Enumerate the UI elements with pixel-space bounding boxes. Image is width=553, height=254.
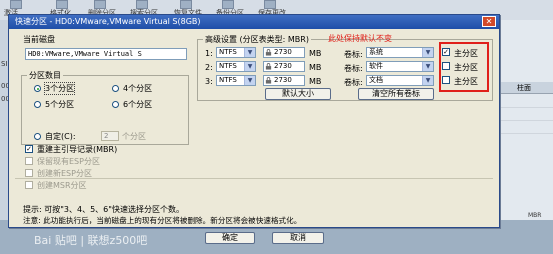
partition-row-index: 1: — [205, 49, 213, 58]
radio-label: 6个分区 — [123, 100, 153, 109]
radio-label: 5个分区 — [45, 100, 75, 109]
save-icon — [264, 0, 276, 9]
dialog-title: 快速分区 - HD0:VMware,VMware Virtual S(8GB) — [15, 17, 201, 26]
custom-count-suffix: 个分区 — [122, 132, 146, 141]
radio-button[interactable] — [112, 85, 119, 92]
volume-label-value: 软件 — [369, 62, 383, 70]
warning-text: 注意: 此功能执行后，当前磁盘上的现有分区将被删除。新分区将会被快速格式化。 — [23, 216, 302, 225]
chevron-down-icon: ▼ — [244, 76, 255, 85]
lock-icon — [265, 77, 272, 84]
lock-icon — [265, 49, 272, 56]
radio-label: 3个分区 — [43, 82, 76, 95]
cylinder-column-header: 柱面 — [501, 82, 553, 94]
current-disk-label: 当前磁盘 — [23, 35, 55, 44]
quick-partition-dialog: 快速分区 - HD0:VMware,VMware Virtual S(8GB) … — [8, 14, 500, 244]
keep-esp-checkbox — [25, 157, 33, 165]
radio-button[interactable] — [34, 133, 41, 140]
radio-button[interactable] — [34, 85, 41, 92]
custom-count-value: 2 — [104, 132, 109, 140]
chevron-down-icon: ▼ — [244, 62, 255, 71]
chevron-down-icon: ▼ — [422, 62, 433, 71]
chevron-down-icon: ▼ — [422, 76, 433, 85]
create-msr-checkbox — [25, 181, 33, 189]
annotation-highlight-box — [439, 42, 489, 92]
volume-label-value: 文档 — [369, 76, 383, 84]
filesystem-select[interactable]: NTFS ▼ — [216, 61, 256, 72]
activate-icon — [10, 0, 22, 9]
radio-button[interactable] — [112, 101, 119, 108]
delete-icon — [94, 0, 106, 9]
backup-icon — [222, 0, 234, 9]
volume-label-select[interactable]: 系统 ▼ — [366, 47, 434, 58]
partition-size-value: 2730 — [274, 62, 292, 70]
volume-label-title: 卷标: — [344, 50, 363, 59]
partition-row-index: 3: — [205, 77, 213, 86]
create-msr-label: 创建MSR分区 — [37, 181, 87, 190]
current-disk-field: HD0:VMware,VMware Virtual S — [25, 48, 187, 60]
background-partition-table: 柱面 — [500, 20, 553, 220]
volume-label-value: 系统 — [369, 48, 383, 56]
close-button[interactable]: ✕ — [482, 16, 496, 27]
filesystem-value: NTFS — [219, 48, 237, 56]
search-icon — [136, 0, 148, 9]
volume-label-select[interactable]: 软件 ▼ — [366, 61, 434, 72]
clear-labels-button[interactable]: 清空所有卷标 — [358, 88, 434, 100]
table-row[interactable] — [501, 121, 553, 134]
partition-count-legend: 分区数目 — [27, 70, 63, 81]
create-esp-checkbox — [25, 169, 33, 177]
partition-row-index: 2: — [205, 63, 213, 72]
table-row[interactable] — [501, 108, 553, 121]
cancel-button[interactable]: 取消 — [272, 232, 324, 244]
keep-esp-label: 保留现有ESP分区 — [37, 157, 100, 166]
partition-size-input[interactable]: 2730 — [263, 47, 305, 58]
dialog-titlebar[interactable]: 快速分区 - HD0:VMware,VMware Virtual S(8GB) … — [9, 15, 499, 29]
filesystem-select[interactable]: NTFS ▼ — [216, 47, 256, 58]
rebuild-mbr-label: 重建主引导记录(MBR) — [37, 145, 118, 154]
custom-count-spinner[interactable]: 2 — [101, 131, 119, 141]
filesystem-value: NTFS — [219, 62, 237, 70]
partition-size-input[interactable]: 2730 — [263, 61, 305, 72]
size-unit: MB — [309, 63, 322, 72]
recover-icon — [180, 0, 192, 9]
volume-label-title: 卷标: — [344, 78, 363, 87]
chevron-down-icon: ▼ — [422, 48, 433, 57]
volume-label-title: 卷标: — [344, 64, 363, 73]
radio-label: 自定(C): — [45, 132, 76, 141]
rebuild-mbr-checkbox[interactable]: ✓ — [25, 145, 33, 153]
watermark-text: Bai 贴吧 | 联想z500吧 — [34, 234, 148, 247]
partition-size-value: 2730 — [274, 76, 292, 84]
table-row[interactable] — [501, 95, 553, 108]
divider — [15, 178, 493, 179]
volume-label-select[interactable]: 文档 ▼ — [366, 75, 434, 86]
radio-label: 4个分区 — [123, 84, 153, 93]
background-left-label: SI — [1, 60, 8, 68]
annotation-note: 此处保持默认不变 — [328, 34, 392, 43]
mbr-label: MBR — [528, 212, 542, 219]
filesystem-select[interactable]: NTFS ▼ — [216, 75, 256, 86]
chevron-down-icon: ▼ — [244, 48, 255, 57]
size-unit: MB — [309, 77, 322, 86]
advanced-settings-legend: 高级设置 (分区表类型: MBR) — [203, 34, 311, 45]
filesystem-value: NTFS — [219, 76, 237, 84]
size-unit: MB — [309, 49, 322, 58]
watermark: Bai 贴吧 | 联想z500吧 — [34, 232, 147, 248]
default-size-button[interactable]: 默认大小 — [265, 88, 331, 100]
radio-button[interactable] — [34, 101, 41, 108]
lock-icon — [265, 63, 272, 70]
partition-size-value: 2730 — [274, 48, 292, 56]
hint-text: 提示: 可按"3、4、5、6"快速选择分区个数。 — [23, 205, 184, 214]
close-icon: ✕ — [485, 17, 493, 26]
format-icon — [56, 0, 68, 9]
ok-button[interactable]: 确定 — [205, 232, 255, 244]
partition-size-input[interactable]: 2730 — [263, 75, 305, 86]
